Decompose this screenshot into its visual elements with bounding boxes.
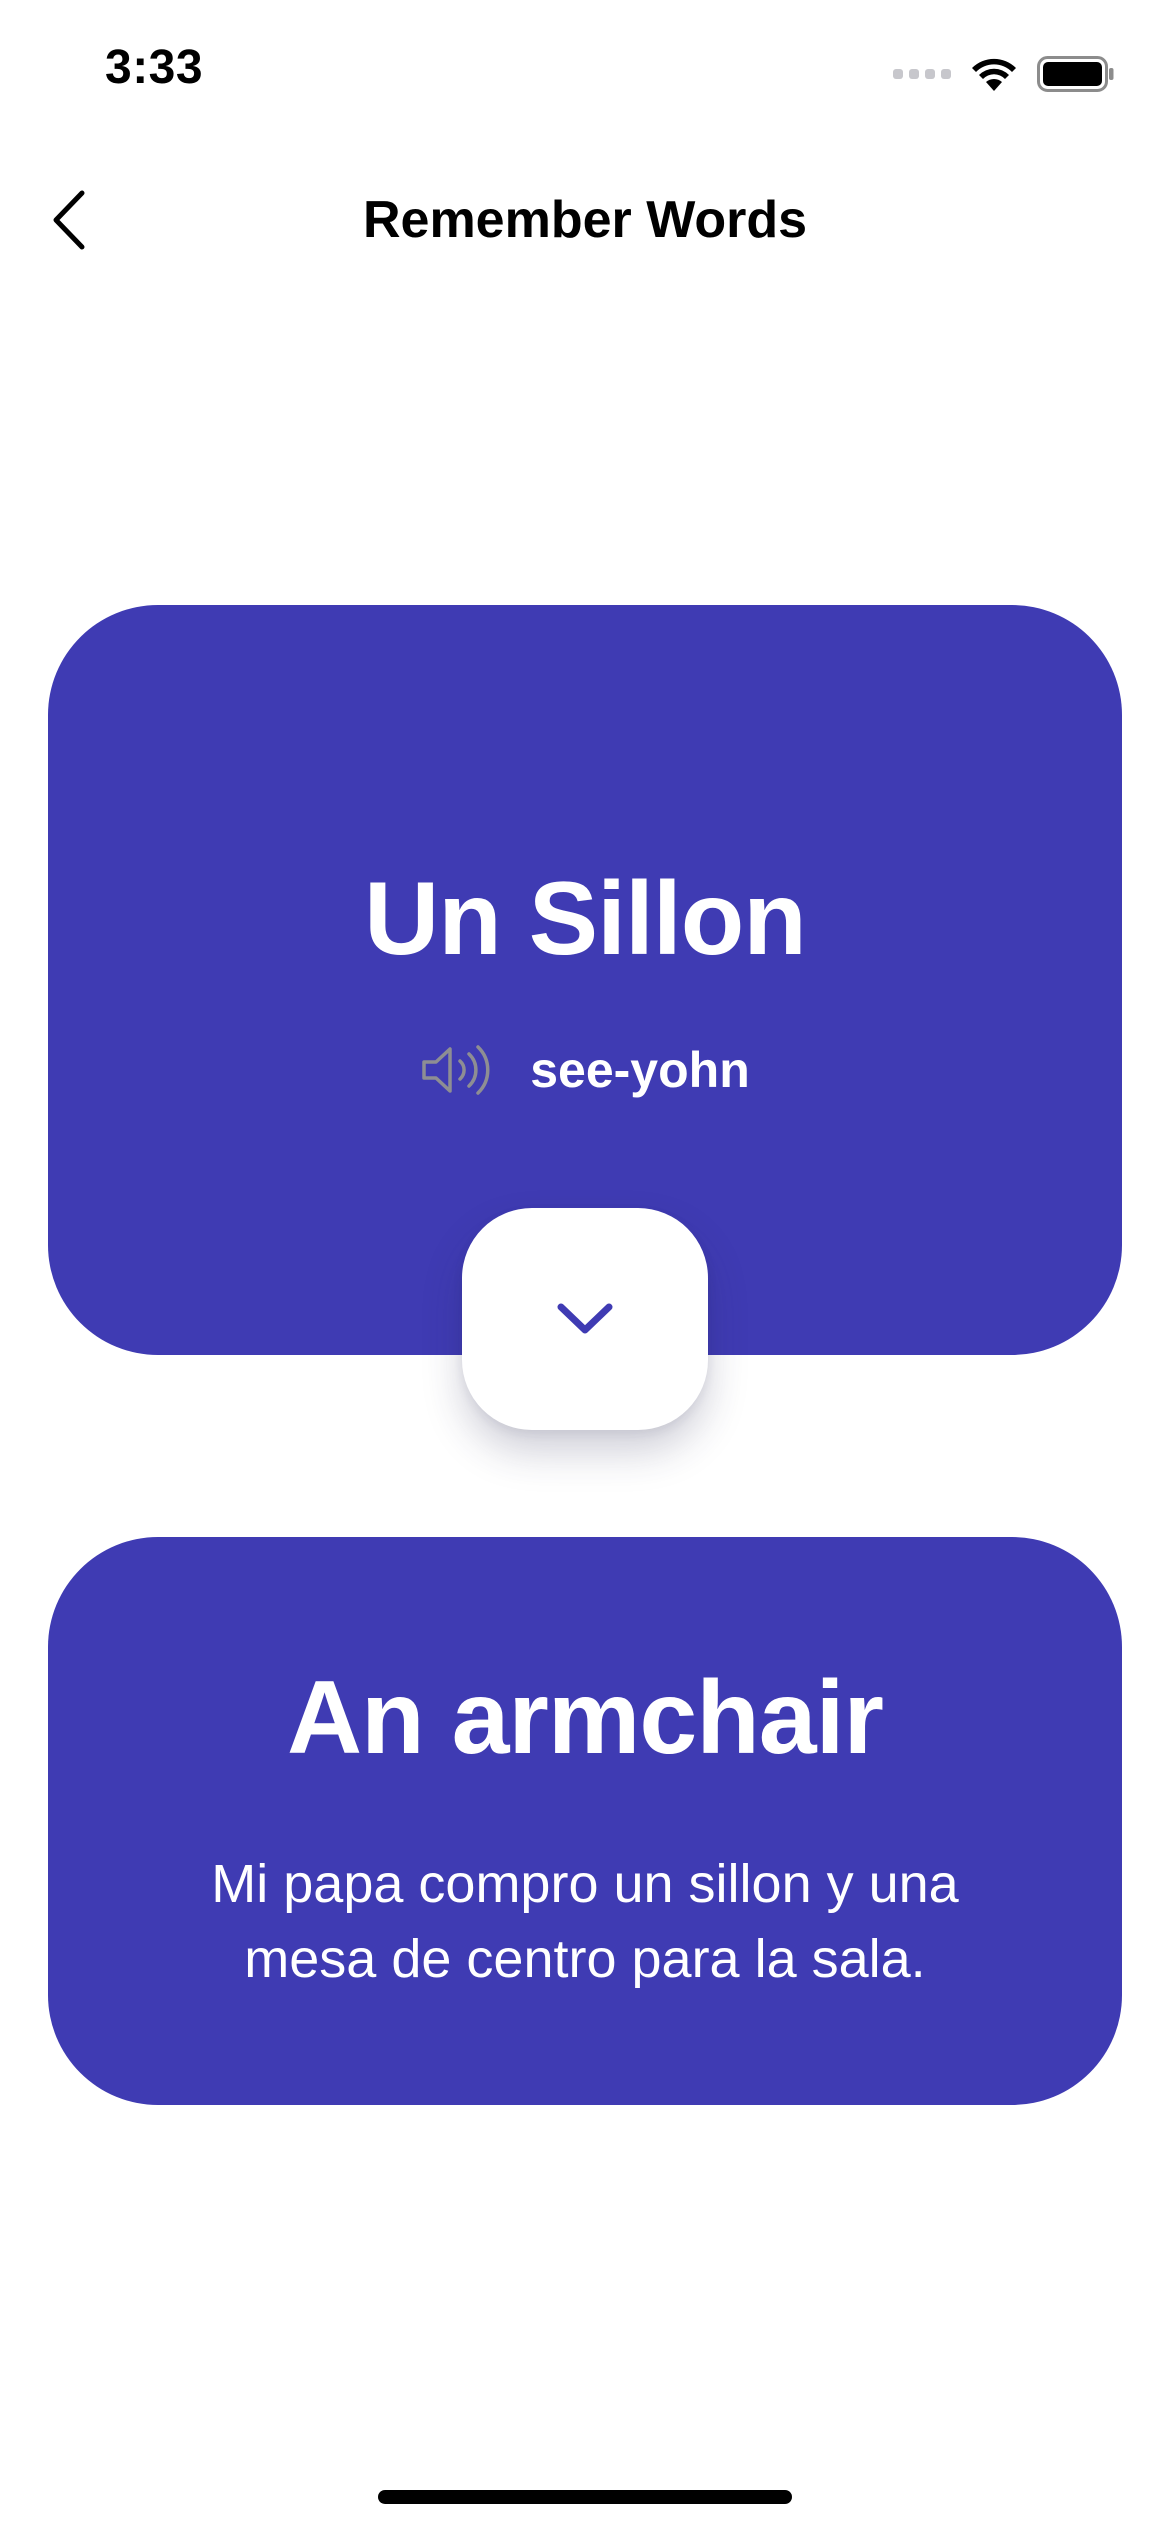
speaker-icon — [422, 1045, 490, 1095]
chevron-down-icon — [557, 1303, 613, 1334]
status-bar: 3:33 — [0, 0, 1170, 140]
status-icons — [893, 52, 1115, 96]
home-indicator[interactable] — [378, 2490, 792, 2504]
wifi-icon — [972, 58, 1016, 91]
play-audio-button[interactable] — [420, 1040, 492, 1100]
page-title: Remember Words — [362, 191, 808, 249]
phonetic-text: see-yohn — [530, 1042, 750, 1098]
status-time: 3:33 — [105, 41, 204, 94]
pronunciation-row: see-yohn — [48, 1040, 1122, 1100]
reveal-button[interactable] — [462, 1208, 708, 1430]
battery-icon — [1037, 56, 1114, 92]
signal-dots-icon — [893, 69, 951, 79]
translation-text: An armchair — [287, 1660, 884, 1776]
meaning-card: An armchair Mi papa compro un sillon y u… — [48, 1537, 1122, 2105]
example-sentence: Mi papa compro un sillon y una mesa de c… — [211, 1854, 959, 1989]
word-text: Un Sillon — [364, 861, 807, 977]
